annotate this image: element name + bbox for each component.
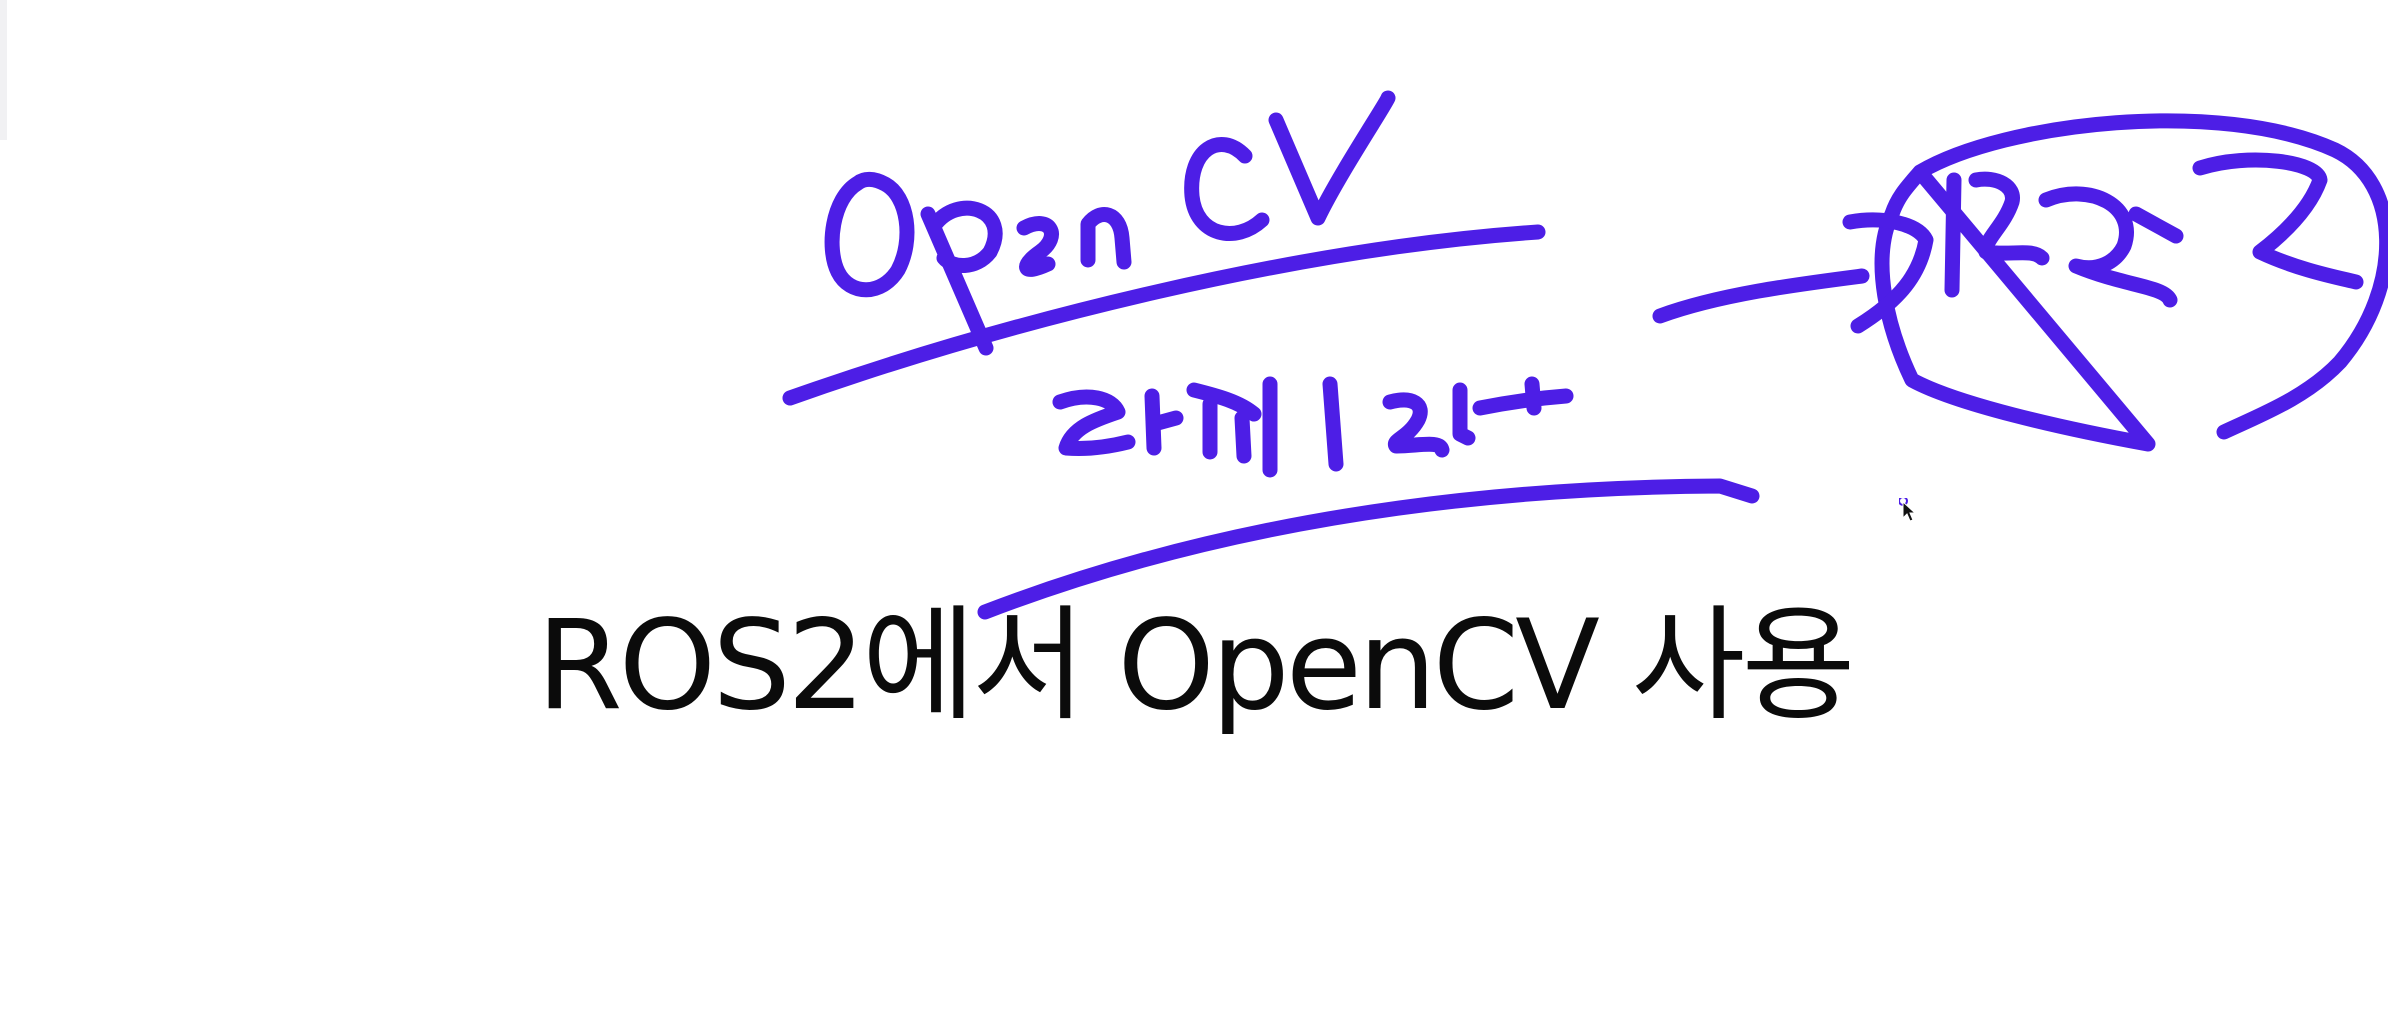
slide-canvas: ROS2에서 OpenCV 사용	[0, 0, 2388, 1021]
ink-bubble-char-3	[2038, 186, 2184, 308]
ink-bubble-char-2	[1968, 171, 2050, 266]
ink-underline-2	[977, 478, 1760, 620]
ink-letter-e	[1016, 216, 1059, 277]
ink-letter-p	[920, 200, 1003, 356]
handwritten-annotations	[782, 90, 2388, 620]
ink-connector	[1652, 268, 1870, 324]
ink-letter-n	[1080, 207, 1132, 270]
ink-letter-o	[824, 171, 915, 298]
mouse-cursor-icon	[1899, 498, 1917, 522]
ink-bubble-char-4	[2192, 152, 2364, 290]
ink-korean-i	[1186, 376, 1278, 478]
ink-korean-reo	[1382, 382, 1476, 458]
ink-korean-ra	[1052, 388, 1184, 456]
ink-letter-c	[1184, 137, 1270, 241]
ink-korean-ri	[1472, 376, 1574, 416]
ink-korean-beu	[1322, 376, 1344, 472]
ink-letter-v	[1268, 90, 1396, 226]
